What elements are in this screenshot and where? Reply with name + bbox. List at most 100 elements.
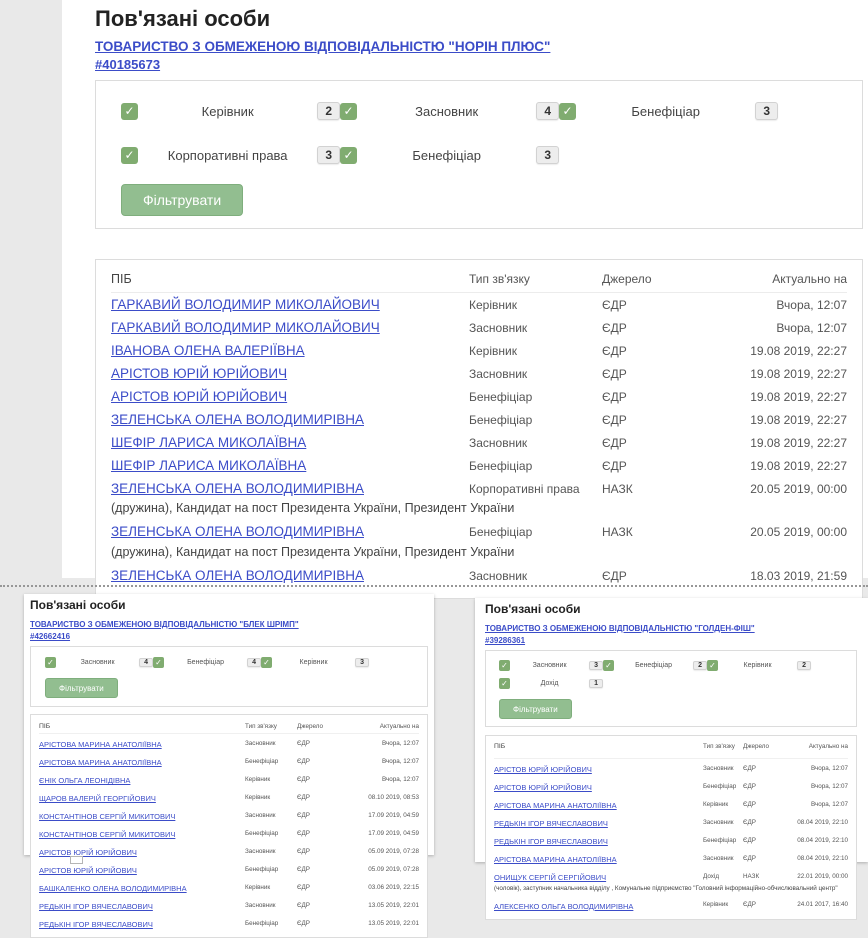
checkbox-checked-icon[interactable]: ✓ (261, 657, 272, 668)
source-cell: ЄДР (297, 812, 349, 819)
filter-button[interactable]: Фільтрувати (45, 678, 118, 698)
filter-checkbox-list: ✓ Засновник 4 ✓ Бенефіціар 4 ✓ Керівник … (45, 657, 385, 668)
relation-type-cell: Засновник (469, 321, 602, 335)
person-link[interactable]: АЛЕКСЕНКО ОЛЬГА ВОЛОДИМИРІВНА (494, 902, 633, 911)
checkbox-checked-icon[interactable]: ✓ (499, 678, 510, 689)
dotted-divider (0, 585, 868, 587)
person-name-cell: РЕДЬКІН ІГОР ВЯЧЕСЛАВОВИЧ (39, 914, 245, 932)
company-id-link[interactable]: #39286361 (485, 636, 525, 645)
checkbox-checked-icon[interactable]: ✓ (153, 657, 164, 668)
company-link[interactable]: ТОВАРИСТВО З ОБМЕЖЕНОЮ ВІДПОВІДАЛЬНІСТЮ … (30, 620, 299, 630)
person-link[interactable]: ЩАРОВ ВАЛЕРІЙ ГЕОРГІЙОВИЧ (39, 794, 156, 803)
filter-checkbox-group[interactable]: ✓ Засновник 4 (45, 657, 153, 668)
checkbox-checked-icon[interactable]: ✓ (45, 657, 56, 668)
person-link[interactable]: АРІСТОВ ЮРІЙ ЮРІЙОВИЧ (494, 765, 592, 774)
header-name: ПІБ (39, 723, 245, 730)
date-cell: 08.04 2019, 22:10 (783, 855, 848, 862)
person-link[interactable]: АРІСТОВА МАРИНА АНАТОЛІЇВНА (39, 758, 162, 767)
person-name-cell: АРІСТОВ ЮРІЙ ЮРІЙОВИЧ (111, 365, 469, 383)
checkbox-checked-icon[interactable]: ✓ (121, 147, 138, 164)
person-link[interactable]: АРІСТОВА МАРИНА АНАТОЛІЇВНА (494, 855, 617, 864)
checkbox-checked-icon[interactable]: ✓ (121, 103, 138, 120)
header-type: Тип зв'язку (245, 723, 297, 730)
checkbox-checked-icon[interactable]: ✓ (340, 147, 357, 164)
date-cell: Вчора, 12:07 (349, 758, 419, 765)
table-row: ОНИЩУК СЕРГІЙ СЕРГІЙОВИЧ Дохід НАЗК 22.0… (494, 867, 848, 896)
table-row: РЕДЬКІН ІГОР ВЯЧЕСЛАВОВИЧ Бенефіціар ЄДР… (39, 914, 419, 932)
person-link[interactable]: КОНСТАНТІНОВ СЕРГІЙ МИКИТОВИЧ (39, 812, 175, 821)
person-link[interactable]: РЕДЬКІН ІГОР ВЯЧЕСЛАВОВИЧ (39, 902, 153, 911)
person-link[interactable]: ШЕФІР ЛАРИСА МИКОЛАЇВНА (111, 435, 306, 450)
table-body: АРІСТОВА МАРИНА АНАТОЛІЇВНА Засновник ЄД… (39, 734, 419, 932)
person-link[interactable]: РЕДЬКІН ІГОР ВЯЧЕСЛАВОВИЧ (39, 920, 153, 929)
person-link[interactable]: ЗЕЛЕНСЬКА ОЛЕНА ВОЛОДИМИРІВНА (111, 481, 364, 496)
person-name-cell: ШЕФІР ЛАРИСА МИКОЛАЇВНА (111, 434, 469, 452)
table-row: ГАРКАВИЙ ВОЛОДИМИР МИКОЛАЙОВИЧ Керівник … (111, 293, 847, 316)
date-cell: Вчора, 12:07 (714, 321, 847, 335)
relation-type-cell: Засновник (245, 740, 297, 747)
filter-checkbox-group[interactable]: ✓ Бенефіціар 3 (340, 146, 559, 164)
date-cell: 08.10 2019, 08:53 (349, 794, 419, 801)
company-link[interactable]: ТОВАРИСТВО З ОБМЕЖЕНОЮ ВІДПОВІДАЛЬНІСТЮ … (95, 39, 550, 55)
person-link[interactable]: БАШКАЛЕНКО ОЛЕНА ВОЛОДИМИРІВНА (39, 884, 187, 893)
checkbox-checked-icon[interactable]: ✓ (603, 660, 614, 671)
table-row: АРІСТОВ ЮРІЙ ЮРІЙОВИЧ Бенефіціар ЄДР Вчо… (494, 777, 848, 795)
pagination-stub[interactable] (70, 856, 83, 864)
filter-checkbox-group[interactable]: ✓ Дохід 1 (499, 678, 603, 689)
filter-checkbox-group[interactable]: ✓ Керівник 2 (121, 102, 340, 120)
company-id-link[interactable]: #42662416 (30, 632, 70, 641)
person-link[interactable]: АРІСТОВ ЮРІЙ ЮРІЙОВИЧ (39, 866, 137, 875)
checkbox-checked-icon[interactable]: ✓ (707, 660, 718, 671)
filter-checkbox-group[interactable]: ✓ Бенефіціар 2 (603, 660, 707, 671)
person-link[interactable]: АРІСТОВ ЮРІЙ ЮРІЙОВИЧ (111, 366, 287, 381)
person-link[interactable]: АРІСТОВА МАРИНА АНАТОЛІЇВНА (494, 801, 617, 810)
relation-type-cell: Бенефіціар (469, 459, 602, 473)
person-link[interactable]: РЕДЬКІН ІГОР ВЯЧЕСЛАВОВИЧ (494, 837, 608, 846)
checkbox-checked-icon[interactable]: ✓ (340, 103, 357, 120)
person-link[interactable]: ЗЕЛЕНСЬКА ОЛЕНА ВОЛОДИМИРІВНА (111, 412, 364, 427)
person-link[interactable]: ЄНІК ОЛЬГА ЛЕОНІДІВНА (39, 776, 130, 785)
filter-label: Бенефіціар (164, 659, 247, 666)
person-note: (чоловік), заступник начальника відділу … (494, 885, 848, 896)
filter-count-badge: 4 (139, 658, 153, 667)
checkbox-checked-icon[interactable]: ✓ (499, 660, 510, 671)
person-link[interactable]: АРІСТОВ ЮРІЙ ЮРІЙОВИЧ (494, 783, 592, 792)
person-name-cell: КОНСТАНТІНОВ СЕРГІЙ МИКИТОВИЧ (39, 806, 245, 824)
header-source: Джерело (743, 743, 783, 751)
filter-checkbox-group[interactable]: ✓ Бенефіціар 4 (153, 657, 261, 668)
person-link[interactable]: ГАРКАВИЙ ВОЛОДИМИР МИКОЛАЙОВИЧ (111, 320, 380, 335)
person-link[interactable]: АРІСТОВА МАРИНА АНАТОЛІЇВНА (39, 740, 162, 749)
filter-checkbox-group[interactable]: ✓ Засновник 3 (499, 660, 603, 671)
person-name-cell: АРІСТОВА МАРИНА АНАТОЛІЇВНА (39, 752, 245, 770)
filter-checkbox-group[interactable]: ✓ Засновник 4 (340, 102, 559, 120)
filter-label: Керівник (718, 662, 797, 669)
filter-label: Корпоративні права (138, 148, 317, 163)
filter-button[interactable]: Фільтрувати (499, 699, 572, 719)
person-link[interactable]: ШЕФІР ЛАРИСА МИКОЛАЇВНА (111, 458, 306, 473)
person-link[interactable]: КОНСТАНТІНОВ СЕРГІЙ МИКИТОВИЧ (39, 830, 175, 839)
filter-checkbox-group[interactable]: ✓ Корпоративні права 3 (121, 146, 340, 164)
person-link[interactable]: ОНИЩУК СЕРГІЙ СЕРГІЙОВИЧ (494, 873, 606, 882)
person-link[interactable]: ІВАНОВА ОЛЕНА ВАЛЕРІЇВНА (111, 343, 305, 358)
source-cell: ЄДР (297, 740, 349, 747)
relation-type-cell: Бенефіціар (245, 758, 297, 765)
relation-type-cell: Засновник (469, 569, 602, 583)
source-cell: ЄДР (602, 569, 714, 583)
person-name-cell: ЩАРОВ ВАЛЕРІЙ ГЕОРГІЙОВИЧ (39, 788, 245, 806)
person-link[interactable]: РЕДЬКІН ІГОР ВЯЧЕСЛАВОВИЧ (494, 819, 608, 828)
filter-checkbox-group[interactable]: ✓ Бенефіціар 3 (559, 102, 778, 120)
person-link[interactable]: ЗЕЛЕНСЬКА ОЛЕНА ВОЛОДИМИРІВНА (111, 568, 364, 583)
date-cell: 19.08 2019, 22:27 (714, 413, 847, 427)
person-link[interactable]: ЗЕЛЕНСЬКА ОЛЕНА ВОЛОДИМИРІВНА (111, 524, 364, 539)
filter-checkbox-group[interactable]: ✓ Керівник 3 (261, 657, 369, 668)
filter-button[interactable]: Фільтрувати (121, 184, 243, 216)
source-cell: ЄДР (602, 459, 714, 473)
person-link[interactable]: АРІСТОВ ЮРІЙ ЮРІЙОВИЧ (111, 389, 287, 404)
company-id-link[interactable]: #40185673 (95, 57, 160, 72)
person-link[interactable]: ГАРКАВИЙ ВОЛОДИМИР МИКОЛАЙОВИЧ (111, 297, 380, 312)
relation-type-cell: Керівник (245, 776, 297, 783)
checkbox-checked-icon[interactable]: ✓ (559, 103, 576, 120)
person-link[interactable]: АРІСТОВ ЮРІЙ ЮРІЙОВИЧ (39, 848, 137, 857)
filter-checkbox-group[interactable]: ✓ Керівник 2 (707, 660, 811, 671)
company-link[interactable]: ТОВАРИСТВО З ОБМЕЖЕНОЮ ВІДПОВІДАЛЬНІСТЮ … (485, 624, 755, 634)
